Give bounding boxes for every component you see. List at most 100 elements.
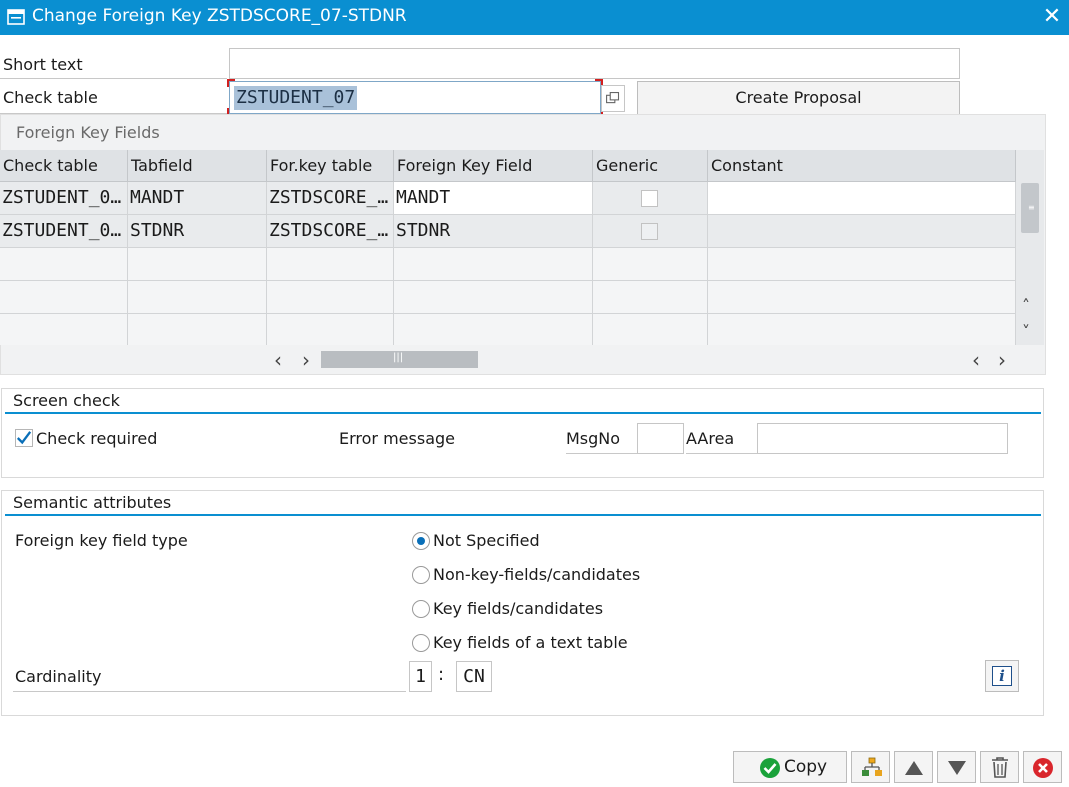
radio-label-key-fields-text-table: Key fields of a text table — [433, 633, 628, 652]
info-icon: i — [992, 666, 1012, 686]
radio-label-key-fields: Key fields/candidates — [433, 599, 604, 618]
radio-key-fields[interactable] — [412, 600, 430, 618]
value-help-icon — [606, 91, 620, 104]
scroll-right-icon[interactable]: › — [302, 348, 310, 372]
radio-not-specified[interactable] — [412, 532, 430, 550]
close-icon[interactable]: ✕ — [1040, 4, 1064, 30]
scroll-left-icon[interactable]: ‹ — [274, 348, 282, 372]
check-required-checkbox[interactable] — [15, 429, 33, 447]
aarea-input[interactable] — [757, 423, 1008, 454]
cardinality-right-select[interactable]: CN — [456, 661, 492, 692]
table-cell-generic — [593, 182, 708, 215]
check-table-value: ZSTUDENT_07 — [234, 86, 358, 110]
error-message-label: Error message — [339, 429, 455, 448]
cardinality-separator: : — [438, 664, 445, 685]
vertical-scroll-thumb[interactable]: ≡ — [1021, 183, 1039, 233]
table-cell-empty — [128, 281, 267, 314]
col-header-generic[interactable]: Generic — [593, 150, 708, 182]
cardinality-label: Cardinality — [13, 666, 406, 692]
table-cell-empty — [0, 248, 128, 281]
short-text-input[interactable] — [229, 48, 960, 79]
table-cell-check-table: ZSTUDENT_0… — [0, 215, 128, 248]
radio-label-not-specified: Not Specified — [433, 531, 540, 550]
copy-button-label: Copy — [784, 757, 828, 777]
table-cell-empty — [708, 248, 1016, 281]
table-cell-empty — [708, 281, 1016, 314]
hierarchy-button[interactable] — [851, 751, 890, 783]
horizontal-scroll-thumb[interactable]: ||| — [321, 351, 478, 368]
col-header-tabfield[interactable]: Tabfield — [128, 150, 267, 182]
table-cell-constant[interactable] — [708, 182, 1016, 215]
value-help-button[interactable] — [601, 85, 625, 112]
col-header-for-key-table[interactable]: For.key table — [267, 150, 394, 182]
table-cell-empty — [128, 248, 267, 281]
table-cell-empty — [0, 281, 128, 314]
checkmark-icon — [16, 431, 32, 445]
table-cell-empty — [593, 281, 708, 314]
triangle-up-icon — [905, 761, 923, 775]
screen-check-title: Screen check — [13, 391, 120, 410]
ok-check-icon — [760, 758, 780, 778]
radio-label-non-key-fields: Non-key-fields/candidates — [433, 565, 641, 584]
table-cell-empty — [267, 281, 394, 314]
table-cell-empty — [128, 314, 267, 345]
cancel-icon — [1033, 758, 1053, 778]
msgno-label: MsgNo — [566, 428, 637, 454]
vertical-scrollbar[interactable]: ≡ ˄ ˅ — [1016, 150, 1044, 345]
check-table-input[interactable]: ZSTUDENT_07 — [227, 79, 603, 116]
table-cell-empty — [267, 248, 394, 281]
table-cell-fk-field[interactable]: MANDT — [394, 182, 593, 215]
section-divider — [5, 412, 1041, 414]
table-cell-empty — [708, 314, 1016, 345]
short-text-label: Short text — [0, 53, 227, 79]
trash-icon — [992, 757, 1008, 778]
foreign-key-fields-title: Foreign Key Fields — [16, 123, 160, 142]
delete-button[interactable] — [980, 751, 1019, 783]
table-cell-fk-field: STDNR — [394, 215, 593, 248]
table-cell-tabfield: STDNR — [128, 215, 267, 248]
table-cell-tabfield: MANDT — [128, 182, 267, 215]
triangle-down-icon — [948, 761, 966, 775]
scroll-up-icon[interactable]: ˄ — [1022, 296, 1030, 315]
table-cell-generic — [593, 215, 708, 248]
table-cell-check-table: ZSTUDENT_0… — [0, 182, 128, 215]
cardinality-left-input[interactable]: 1 — [409, 661, 432, 692]
window-menu-icon[interactable] — [7, 9, 25, 25]
generic-checkbox[interactable] — [641, 190, 658, 207]
move-up-button[interactable] — [894, 751, 933, 783]
generic-checkbox — [641, 223, 658, 240]
cancel-button[interactable] — [1023, 751, 1062, 783]
hierarchy-icon — [862, 757, 882, 776]
radio-non-key-fields[interactable] — [412, 566, 430, 584]
window-title: Change Foreign Key ZSTDSCORE_07-STDNR — [32, 6, 407, 26]
table-cell-empty — [593, 248, 708, 281]
fk-field-type-label: Foreign key field type — [15, 531, 188, 550]
table-cell-empty — [394, 314, 593, 345]
semantic-attributes-title: Semantic attributes — [13, 493, 172, 512]
col-header-constant[interactable]: Constant — [708, 150, 1016, 182]
table-cell-for-key-table: ZSTDSCORE_… — [267, 215, 394, 248]
table-cell-constant — [708, 215, 1016, 248]
table-cell-empty — [593, 314, 708, 345]
scroll-right-icon[interactable]: › — [998, 348, 1006, 372]
table-cell-empty — [394, 281, 593, 314]
table-cell-empty — [0, 314, 128, 345]
scroll-left-icon[interactable]: ‹ — [972, 348, 980, 372]
check-table-label: Check table — [0, 86, 227, 114]
radio-key-fields-text-table[interactable] — [412, 634, 430, 652]
section-divider — [5, 514, 1041, 516]
table-cell-for-key-table: ZSTDSCORE_… — [267, 182, 394, 215]
check-required-label: Check required — [36, 429, 158, 448]
table-cell-empty — [394, 248, 593, 281]
col-header-foreign-key-field[interactable]: Foreign Key Field — [394, 150, 593, 182]
scroll-down-icon[interactable]: ˅ — [1022, 322, 1030, 341]
move-down-button[interactable] — [937, 751, 976, 783]
aarea-label: AArea — [686, 428, 757, 454]
title-bar: Change Foreign Key ZSTDSCORE_07-STDNR ✕ — [0, 0, 1069, 35]
info-button[interactable]: i — [985, 660, 1019, 692]
copy-button[interactable]: Copy — [733, 751, 847, 783]
create-proposal-button[interactable]: Create Proposal — [637, 81, 960, 115]
msgno-input[interactable] — [637, 423, 684, 454]
col-header-check-table[interactable]: Check table — [0, 150, 128, 182]
table-cell-empty — [267, 314, 394, 345]
